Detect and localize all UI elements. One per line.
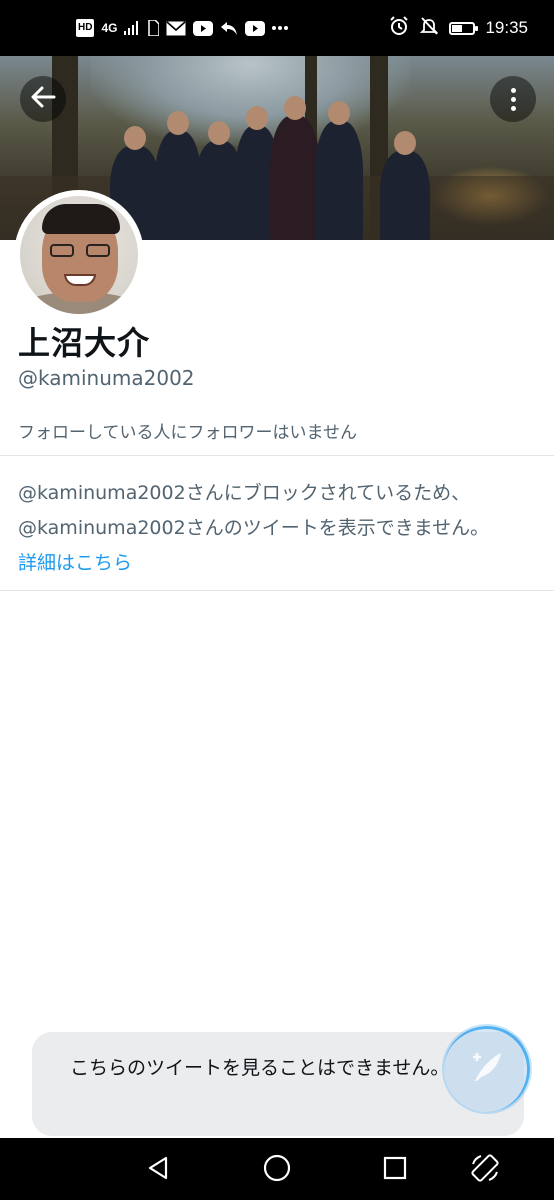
divider xyxy=(0,455,554,456)
more-options-button[interactable] xyxy=(490,76,536,122)
more-vertical-icon xyxy=(510,87,516,111)
signal-icon xyxy=(124,19,140,37)
youtube-icon xyxy=(193,19,214,37)
circle-home-icon xyxy=(263,1154,291,1186)
avatar-photo xyxy=(20,196,138,314)
nav-recents-button[interactable] xyxy=(375,1150,415,1190)
snackbar-text: こちらのツイートを見ることはできません。 xyxy=(70,1057,450,1079)
compose-tweet-button[interactable] xyxy=(444,1026,530,1112)
rotate-screen-icon xyxy=(469,1152,501,1188)
blocked-notice-line: @kaminuma2002さんにブロックされているため、 xyxy=(18,482,471,504)
feather-compose-icon xyxy=(467,1047,507,1091)
user-handle: @kaminuma2002 xyxy=(18,366,195,390)
status-left-icons: HD 4G xyxy=(76,0,289,56)
battery-icon xyxy=(449,21,479,35)
divider xyxy=(0,590,554,591)
nav-home-button[interactable] xyxy=(257,1150,297,1190)
banner-group-photo xyxy=(100,96,450,240)
reply-icon xyxy=(220,19,238,37)
more-notifications-icon xyxy=(272,19,289,37)
status-bar: HD 4G 19:35 xyxy=(0,0,554,56)
triangle-back-icon xyxy=(145,1155,171,1185)
sim-icon xyxy=(147,19,160,37)
alarm-icon xyxy=(389,15,409,41)
mute-icon xyxy=(419,16,439,41)
arrow-left-icon xyxy=(30,86,56,112)
system-nav-bar xyxy=(0,1138,554,1200)
mail-icon xyxy=(166,19,187,37)
network-type: 4G xyxy=(101,21,118,35)
youtube-icon xyxy=(245,19,266,37)
nav-back-button[interactable] xyxy=(138,1150,178,1190)
nav-rotate-button[interactable] xyxy=(465,1150,505,1190)
avatar[interactable] xyxy=(14,190,144,320)
blocked-notice-line: @kaminuma2002さんのツイートを表示できません。 xyxy=(18,517,490,539)
clock: 19:35 xyxy=(485,18,528,37)
display-name: 上沼大介 xyxy=(18,324,151,362)
status-right-icons: 19:35 xyxy=(389,0,528,56)
hd-icon: HD xyxy=(76,19,95,37)
follower-context[interactable]: フォローしている人にフォロワーはいません xyxy=(18,418,357,443)
learn-more-link[interactable]: 詳細はこちら xyxy=(18,546,132,581)
square-recents-icon xyxy=(383,1156,407,1184)
blocked-notice: @kaminuma2002さんにブロックされているため、 @kaminuma20… xyxy=(18,476,538,581)
back-button[interactable] xyxy=(20,76,66,122)
